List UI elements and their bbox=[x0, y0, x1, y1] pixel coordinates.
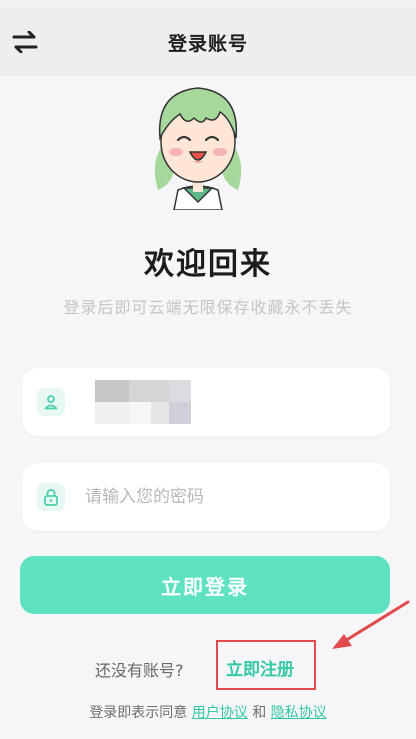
register-prompt: 还没有账号? bbox=[95, 661, 184, 680]
annotation-arrow bbox=[332, 600, 410, 649]
user-icon bbox=[37, 388, 65, 416]
privacy-policy-link[interactable]: 隐私协议 bbox=[271, 705, 327, 721]
lock-icon bbox=[37, 483, 65, 511]
user-agreement-link[interactable]: 用户协议 bbox=[192, 705, 248, 721]
mascot-avatar bbox=[154, 87, 242, 210]
password-input[interactable] bbox=[85, 487, 355, 507]
agreement-text: 登录即表示同意 用户协议 和 隐私协议 bbox=[0, 702, 416, 722]
page-title: 登录账号 bbox=[167, 32, 248, 55]
account-value-masked[interactable] bbox=[95, 380, 205, 424]
nav-bar: 登录账号 bbox=[0, 8, 416, 76]
welcome-title: 欢迎回来 bbox=[144, 247, 272, 282]
account-field[interactable] bbox=[22, 368, 390, 436]
swap-arrows-icon[interactable] bbox=[10, 27, 40, 57]
register-row: 还没有账号? 立即注册 bbox=[0, 654, 416, 684]
password-field[interactable] bbox=[22, 463, 390, 531]
status-bar bbox=[0, 0, 416, 8]
annotation-highlight-box bbox=[216, 640, 316, 690]
welcome-subtitle: 登录后即可云端无限保存收藏永不丢失 bbox=[63, 298, 353, 317]
agreement-prefix: 登录即表示同意 bbox=[89, 705, 188, 721]
agreement-conjunction: 和 bbox=[252, 705, 267, 721]
